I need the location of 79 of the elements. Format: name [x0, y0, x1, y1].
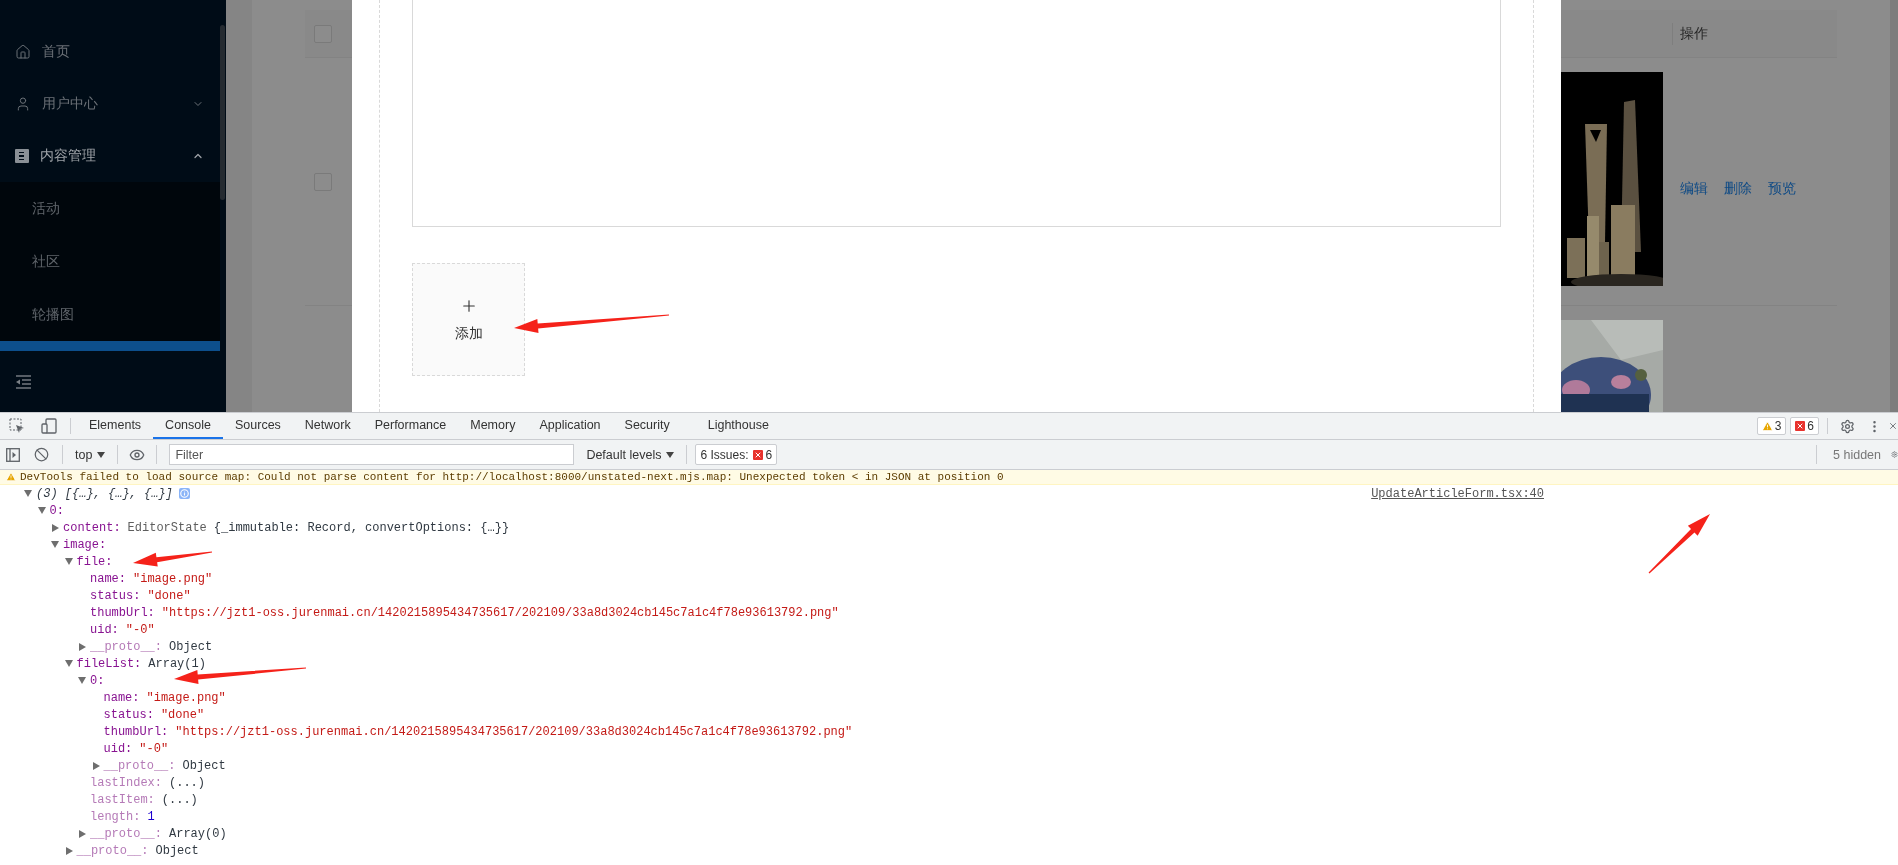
dropdown-icon — [666, 451, 675, 458]
expand-toggle-icon[interactable] — [51, 541, 59, 548]
errors-badge[interactable]: 6 — [1790, 417, 1819, 435]
submenu-item[interactable]: 活动 — [0, 182, 220, 235]
user-icon — [15, 96, 31, 112]
property-entry: 0: — [90, 673, 105, 688]
property-entry: name: "image.png" — [90, 571, 213, 586]
hidden-count: 5 hidden — [1832, 446, 1882, 464]
expand-toggle-icon[interactable] — [64, 660, 73, 667]
devtools-tab[interactable]: Memory — [458, 413, 528, 439]
warning-message: DevTools failed to load source map: Could not parse content for http://localhost:8000/unstated-next.mjs.map: Unexpected token < in JSON at position 0 — [0, 470, 1898, 485]
expand-toggle-icon[interactable] — [24, 490, 32, 497]
warning-icon — [6, 472, 16, 482]
list-icon — [15, 149, 29, 163]
device-icon[interactable] — [41, 418, 57, 434]
levels-dropdown[interactable]: Default levels — [580, 440, 681, 469]
property-entry: thumbUrl: "https://jzt1-oss.jurenmai.cn/1420215895434735617/202109/33a8d3024cb145c7a1c4f78e93613792.png" — [90, 605, 839, 620]
sidebar-toggle-icon[interactable] — [6, 447, 20, 462]
expand-toggle-icon[interactable] — [79, 829, 86, 838]
error-icon — [753, 449, 764, 460]
scrollbar[interactable] — [220, 25, 225, 200]
filter-field[interactable]: Filter — [169, 444, 575, 465]
log-summary: (3) [{…}, {…}, {…}] — [36, 486, 173, 501]
devtools-tab[interactable]: Network — [292, 413, 363, 439]
expand-toggle-icon[interactable] — [52, 523, 59, 532]
expand-toggle-icon[interactable] — [78, 677, 86, 684]
warning-icon — [1761, 420, 1773, 432]
submenu-item[interactable]: 轮播图 — [0, 288, 220, 341]
property-entry: image: — [63, 537, 107, 552]
expand-toggle-icon[interactable] — [64, 558, 73, 565]
property-entry: fileList: Array(1) — [76, 656, 206, 671]
menu-item[interactable]: 用户中心 — [0, 78, 220, 130]
context-selector[interactable]: top — [69, 440, 112, 469]
property-entry: thumbUrl: "https://jzt1-oss.jurenmai.cn/1420215895434735617/202109/33a8d3024cb145c7a1c4f78e93613792.png" — [103, 724, 853, 739]
expand-toggle-icon[interactable] — [79, 642, 86, 651]
expand-toggle-icon[interactable] — [65, 846, 73, 855]
collapse-menu-icon[interactable] — [16, 374, 31, 389]
settings-icon[interactable] — [1839, 418, 1855, 434]
property-entry: __proto__: Object — [76, 843, 199, 858]
property-entry: length: 1 — [90, 809, 155, 824]
scrollbar[interactable] — [1890, 0, 1898, 412]
devtools-tab[interactable]: Elements — [77, 413, 154, 439]
expand-toggle-icon[interactable] — [37, 507, 46, 514]
property-entry: name: "image.png" — [103, 690, 226, 705]
error-icon — [1795, 421, 1806, 431]
property-entry: uid: "-0" — [103, 741, 169, 756]
property-entry: status: "done" — [90, 588, 191, 603]
menu-item[interactable]: 首页 — [0, 26, 220, 78]
column-header: 操作 — [1680, 24, 1708, 43]
clear-console-icon[interactable] — [33, 447, 49, 462]
property-entry: content: EditorState {_immutable: Record, convertOptions: {…}} — [63, 520, 510, 535]
property-entry: __proto__: Object — [90, 639, 213, 654]
property-entry: lastIndex: (...) — [90, 775, 206, 790]
upload-button[interactable]: 添加 — [412, 263, 525, 376]
property-entry: lastItem: (...) — [90, 792, 198, 807]
property-entry: uid: "-0" — [90, 622, 155, 637]
property-entry: status: "done" — [103, 707, 205, 722]
menu-item[interactable]: 内容管理 — [0, 130, 220, 182]
devtools-tab[interactable]: Security — [612, 413, 682, 439]
inspect-icon[interactable] — [9, 418, 25, 434]
issues-badge[interactable]: 6 Issues: 6 — [695, 444, 778, 465]
expand-toggle-icon[interactable] — [92, 761, 100, 770]
warnings-badge[interactable]: 3 — [1756, 417, 1787, 435]
devtools-tab[interactable]: Application — [527, 413, 613, 439]
dropdown-icon — [97, 451, 106, 458]
property-entry: __proto__: Array(0) — [90, 826, 227, 841]
devtools-tab[interactable]: Sources — [223, 413, 293, 439]
devtools-tab[interactable]: Lighthouse — [681, 413, 795, 439]
source-link[interactable]: UpdateArticleForm.tsx:40 — [1371, 486, 1544, 501]
devtools-tab[interactable]: Performance — [362, 413, 459, 439]
info-icon — [178, 488, 190, 499]
property-entry: __proto__: Object — [103, 758, 226, 773]
home-icon — [15, 44, 31, 60]
settings-icon[interactable] — [1891, 451, 1898, 458]
property-entry: 0: — [49, 503, 64, 518]
property-entry: file: — [76, 554, 113, 569]
submenu-item[interactable]: 社区 — [0, 235, 220, 288]
close-icon[interactable] — [1888, 421, 1898, 431]
annotation-arrow — [1648, 514, 1710, 574]
